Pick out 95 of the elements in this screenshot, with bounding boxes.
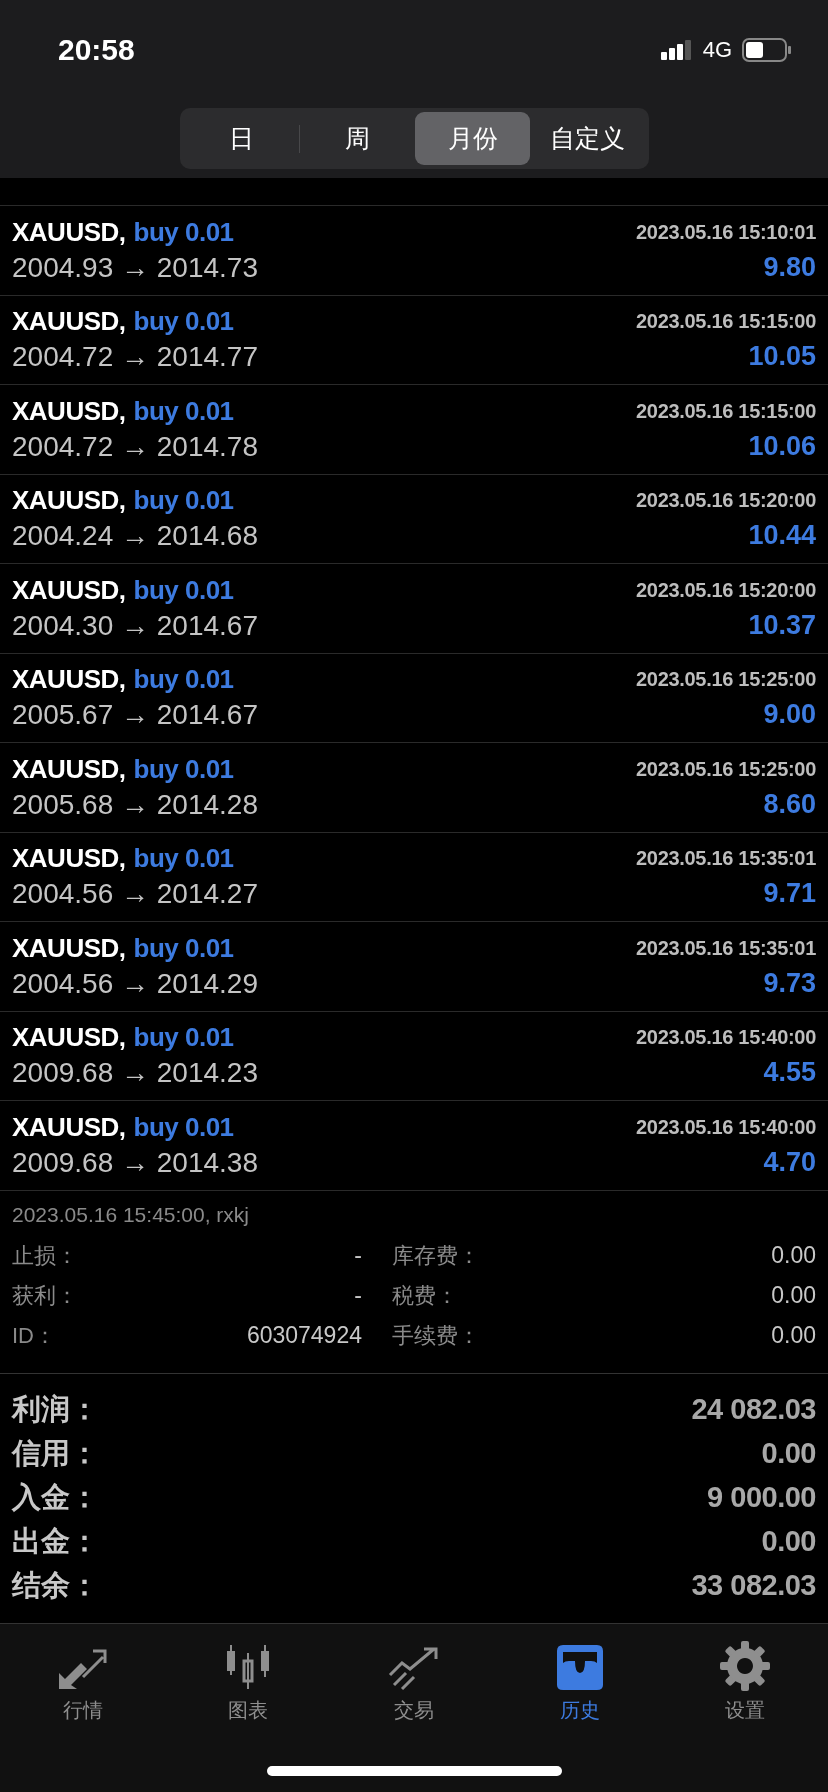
nav-tab[interactable]: 交易 xyxy=(331,1636,497,1724)
deal-prices: 2004.56 → 2014.27 xyxy=(12,878,259,911)
deal-profit: 9.80 xyxy=(763,251,816,284)
deal-side: buy 0.01 xyxy=(133,1022,234,1054)
deal-profit: 9.71 xyxy=(763,878,816,911)
deal-prices: 2004.24 → 2014.68 xyxy=(12,520,259,553)
deal-prices: 2009.68 → 2014.38 xyxy=(12,1146,259,1179)
field-value: 0.00 xyxy=(771,1321,816,1349)
nav-tab[interactable]: 行情 xyxy=(0,1636,166,1724)
trend-lines-icon xyxy=(388,1645,440,1691)
field-value: - xyxy=(354,1241,362,1269)
deal-prices: 2004.72 → 2014.78 xyxy=(12,430,259,463)
summary-value: 0.00 xyxy=(761,1437,816,1470)
deal-time: 2023.05.16 15:20:00 xyxy=(636,489,816,513)
deal-profit: 10.44 xyxy=(748,520,816,553)
field-value: 0.00 xyxy=(771,1281,816,1309)
deal-time: 2023.05.16 15:35:01 xyxy=(636,847,816,871)
nav-tab[interactable]: 图表 xyxy=(165,1636,332,1724)
deal-time: 2023.05.16 15:15:00 xyxy=(636,399,816,423)
deal-time: 2023.05.16 15:20:00 xyxy=(636,578,816,602)
deal-profit: 4.55 xyxy=(763,1057,816,1090)
deal-symbol: XAUUSD, xyxy=(12,932,126,964)
deal-time: 2023.05.16 15:35:01 xyxy=(636,936,816,960)
network-label: 4G xyxy=(702,37,732,63)
deal-prices: 2005.67 → 2014.67 xyxy=(12,699,259,732)
deal-time: 2023.05.16 15:15:00 xyxy=(636,310,816,334)
deal-prices: 2004.56 → 2014.29 xyxy=(12,967,259,1000)
deal-profit: 10.37 xyxy=(748,609,816,642)
deal-side: buy 0.01 xyxy=(133,485,234,517)
deal-time: 2023.05.16 15:40:00 xyxy=(636,1026,816,1050)
field-value: 0.00 xyxy=(771,1241,816,1269)
deal-time: 2023.05.16 15:40:00 xyxy=(636,1115,816,1139)
summary-value: 0.00 xyxy=(761,1525,816,1558)
deal-profit: 8.60 xyxy=(763,788,816,821)
deal-symbol: XAUUSD, xyxy=(12,1111,126,1143)
field-label: 手续费： xyxy=(392,1321,480,1350)
deal-symbol: XAUUSD, xyxy=(12,843,126,875)
deal-side: buy 0.01 xyxy=(133,932,234,964)
deal-time: 2023.05.16 15:25:00 xyxy=(636,757,816,781)
deal-side: buy 0.01 xyxy=(133,395,234,427)
deal-profit: 9.73 xyxy=(763,967,816,1000)
summary-label: 结余： xyxy=(12,1567,99,1603)
period-tab[interactable]: 周 xyxy=(300,112,415,165)
summary-value: 9 000.00 xyxy=(707,1481,816,1514)
nav-tab[interactable]: 设置 xyxy=(662,1636,828,1724)
field-label: 税费： xyxy=(392,1281,458,1310)
summary-label: 入金： xyxy=(12,1479,99,1515)
summary-value: 24 082.03 xyxy=(691,1393,816,1426)
settings-icon xyxy=(720,1641,771,1691)
nav-tab[interactable]: 历史 xyxy=(496,1636,663,1724)
period-tab[interactable]: 自定义 xyxy=(530,112,645,165)
deal-profit: 10.06 xyxy=(748,430,816,463)
period-tab[interactable]: 月份 xyxy=(415,112,530,165)
deal-profit: 4.70 xyxy=(763,1146,816,1179)
signal-icon xyxy=(660,40,693,60)
deal-symbol: XAUUSD, xyxy=(12,753,126,785)
diagonal-arrows-icon xyxy=(56,1647,109,1691)
deal-symbol: XAUUSD, xyxy=(12,485,126,517)
field-label: ID： xyxy=(12,1321,56,1350)
summary-label: 出金： xyxy=(12,1523,99,1559)
summary-label: 利润： xyxy=(12,1391,99,1427)
deal-symbol: XAUUSD, xyxy=(12,395,126,427)
status-time: 20:58 xyxy=(58,33,136,67)
deal-profit: 10.05 xyxy=(748,341,816,374)
deal-side: buy 0.01 xyxy=(133,843,234,875)
order-timestamp: 2023.05.16 15:45:00, rxkj xyxy=(12,1202,250,1227)
deal-prices: 2004.30 → 2014.67 xyxy=(12,609,259,642)
field-label: 止损： xyxy=(12,1241,78,1270)
field-label: 获利： xyxy=(12,1281,78,1310)
deal-side: buy 0.01 xyxy=(133,753,234,785)
field-value: - xyxy=(354,1281,362,1309)
deal-symbol: XAUUSD, xyxy=(12,1022,126,1054)
deal-time: 2023.05.16 15:10:01 xyxy=(636,220,816,244)
deal-side: buy 0.01 xyxy=(133,1111,234,1143)
deal-symbol: XAUUSD, xyxy=(12,574,126,606)
battery-icon xyxy=(742,38,792,62)
deal-side: buy 0.01 xyxy=(133,664,234,696)
deal-prices: 2005.68 → 2014.28 xyxy=(12,788,259,821)
deal-side: buy 0.01 xyxy=(133,306,234,338)
deal-side: buy 0.01 xyxy=(133,216,234,248)
deal-symbol: XAUUSD, xyxy=(12,216,126,248)
summary-value: 33 082.03 xyxy=(691,1569,816,1602)
deal-prices: 2004.72 → 2014.77 xyxy=(12,341,259,374)
deal-symbol: XAUUSD, xyxy=(12,664,126,696)
deal-prices: 2004.93 → 2014.73 xyxy=(12,251,259,284)
field-label: 库存费： xyxy=(392,1241,480,1270)
deal-prices: 2009.68 → 2014.23 xyxy=(12,1057,259,1090)
deal-side: buy 0.01 xyxy=(133,574,234,606)
deal-symbol: XAUUSD, xyxy=(12,306,126,338)
period-tab[interactable]: 日 xyxy=(184,112,299,165)
deal-time: 2023.05.16 15:25:00 xyxy=(636,668,816,692)
deal-profit: 9.00 xyxy=(763,699,816,732)
field-value: 603074924 xyxy=(246,1321,362,1349)
summary-label: 信用： xyxy=(12,1435,99,1471)
inbox-tray-icon xyxy=(554,1643,605,1691)
